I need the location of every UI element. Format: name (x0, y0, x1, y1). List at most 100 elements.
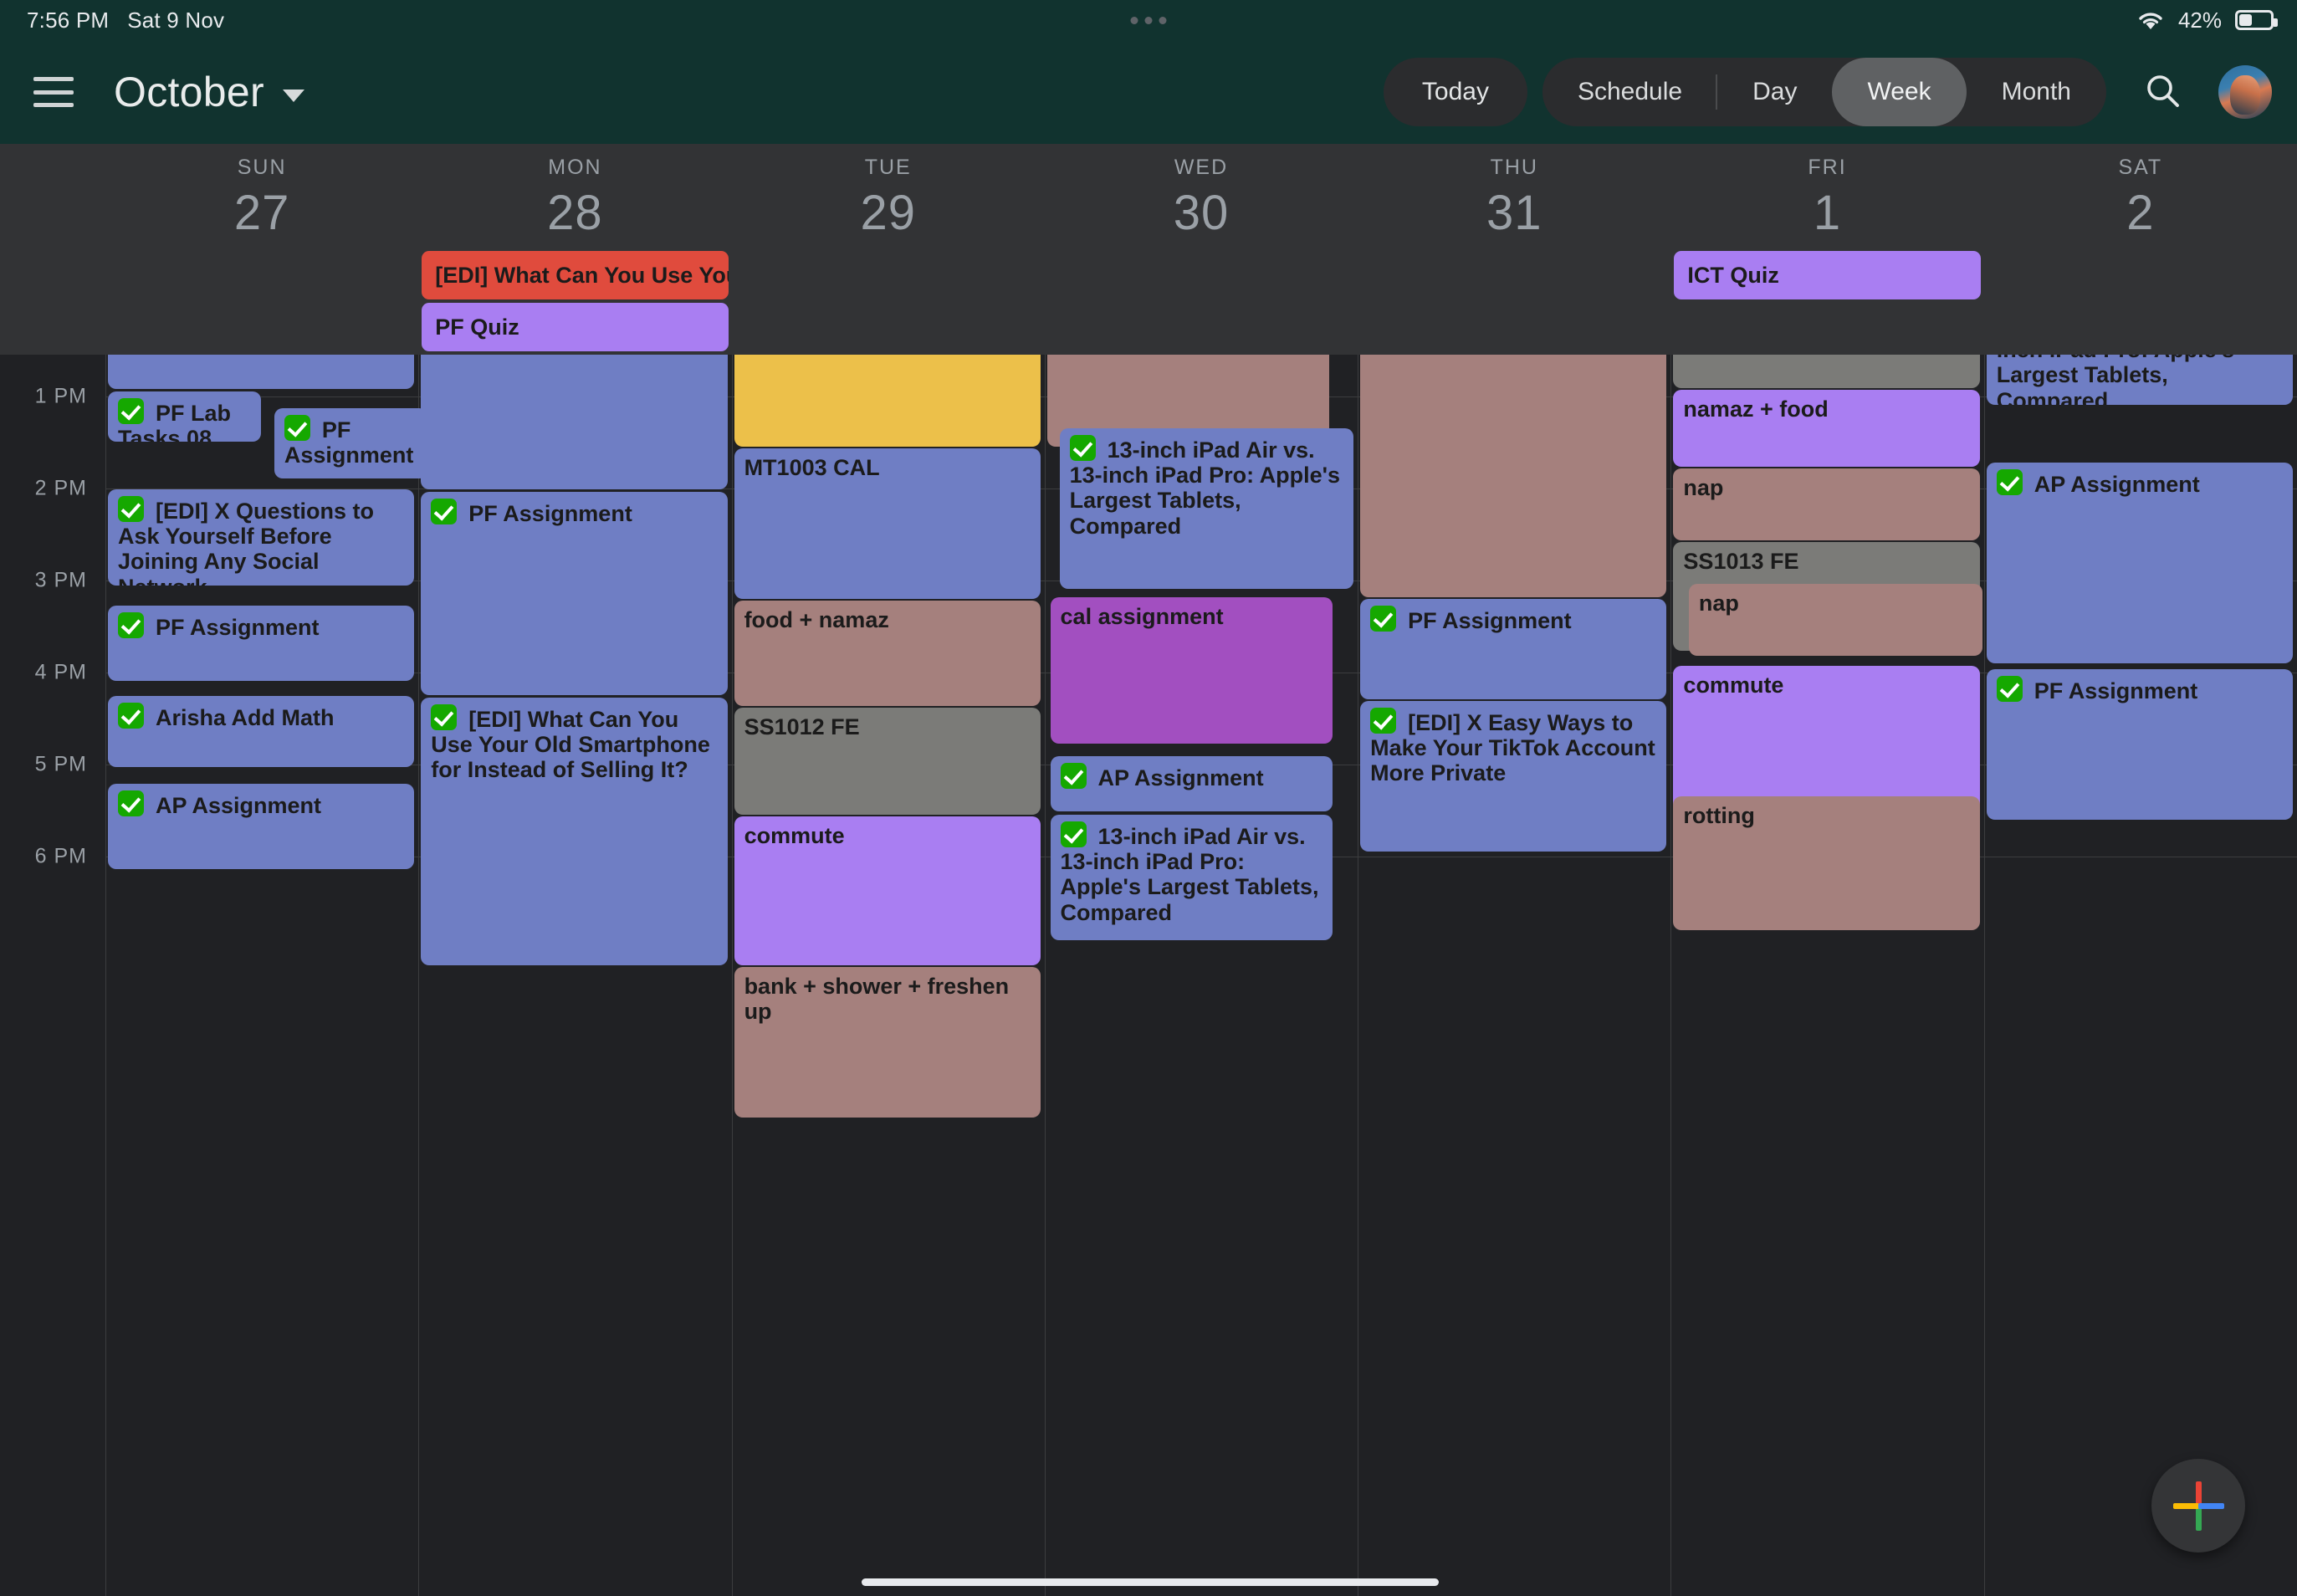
status-time: 7:56 PM (27, 7, 110, 33)
all-day-event-title: PF Quiz (435, 314, 519, 340)
page-title: October (114, 69, 264, 115)
avatar[interactable] (2218, 65, 2272, 119)
calendar-event[interactable]: food + namaz (734, 601, 1041, 706)
event-title: food + namaz (744, 607, 889, 632)
app-bar-actions: Today Schedule Day Week Month (1383, 58, 2297, 126)
horizontal-scrollbar[interactable] (862, 1578, 1439, 1586)
tab-month[interactable]: Month (1967, 58, 2106, 126)
day-number-label: 1 (1813, 186, 1842, 240)
day-number-label: 30 (1173, 186, 1230, 240)
calendar-event[interactable]: nap (1688, 584, 1983, 656)
calendar-event[interactable]: [EDI] X Easy Ways to Make Your TikTok Ac… (1360, 701, 1667, 852)
event-title: cal assignment (1060, 604, 1224, 629)
battery-percent-label: 42% (2177, 7, 2222, 33)
chevron-down-icon (282, 89, 304, 102)
day-header-sun[interactable]: SUN 27 (105, 144, 418, 248)
battery-icon (2235, 10, 2278, 30)
day-header-sat[interactable]: SAT 2 (1984, 144, 2297, 248)
task-complete-checkmark-icon (1996, 469, 2023, 495)
task-complete-checkmark-icon (431, 499, 458, 524)
day-number-label: 28 (547, 186, 603, 240)
calendar-event[interactable]: PF Assignment (421, 492, 728, 695)
calendar-event[interactable] (1673, 355, 1980, 388)
calendar-event[interactable]: 13-inch iPad Air vs. 13-inch iPad Pro: A… (1050, 815, 1333, 940)
task-complete-checkmark-icon (1370, 708, 1397, 734)
calendar-event[interactable]: PF Assignment (108, 606, 415, 681)
today-button[interactable]: Today (1383, 58, 1527, 126)
calendar-event[interactable]: PF Lab Tasks 08 (108, 355, 415, 389)
all-day-event-chip[interactable]: PF Quiz (422, 303, 729, 351)
calendar-event[interactable]: PF Assignment (1986, 669, 2293, 820)
task-complete-checkmark-icon (1370, 606, 1397, 632)
event-title: PF Assignment (431, 499, 717, 526)
calendar-event[interactable]: SS1012 FE (734, 708, 1041, 815)
calendar-event[interactable]: PF Assignment (274, 408, 427, 478)
day-gridline (731, 355, 733, 1596)
all-day-events-grid: [EDI] What Can You Use Your O PF Quiz ICT … (105, 248, 2297, 355)
calendar-event[interactable]: MT1003 CAL (734, 448, 1041, 599)
day-number-label: 31 (1486, 186, 1542, 240)
all-day-gutter-spacer (0, 248, 105, 355)
add-event-fab[interactable] (2151, 1459, 2245, 1553)
calendar-event[interactable]: PF Assignment (1360, 599, 1667, 699)
day-gridline (1044, 355, 1046, 1596)
time-label: 6 PM (34, 844, 87, 868)
calendar-event[interactable]: freshening up (1360, 355, 1667, 597)
day-number-label: 2 (2126, 186, 2155, 240)
calendar-event[interactable]: cal assignment (1050, 597, 1333, 744)
calendar-event[interactable]: rotting (1673, 796, 1980, 930)
calendar-event[interactable]: bank + shower + freshen up (734, 967, 1041, 1118)
time-gutter: 11 AM12 PM1 PM2 PM3 PM4 PM5 PM6 PM (0, 355, 105, 1596)
day-header-tue[interactable]: TUE 29 (732, 144, 1045, 248)
search-icon[interactable] (2143, 71, 2182, 114)
task-complete-checkmark-icon (431, 704, 458, 730)
task-complete-checkmark-icon (118, 612, 144, 638)
time-label: 4 PM (34, 660, 87, 684)
day-header-fri[interactable]: FRI 1 (1670, 144, 1983, 248)
tab-day[interactable]: Day (1717, 58, 1832, 126)
event-title: PF Lab Tasks 08 (118, 398, 251, 442)
calendar-event[interactable]: PF Lab Tasks 08 (108, 391, 262, 442)
event-title: PF Assignment (118, 612, 404, 640)
day-header-wed[interactable]: WED 30 (1045, 144, 1358, 248)
calendar-event[interactable]: commute (734, 816, 1041, 965)
calendar-event[interactable]: Arisha Add Math (108, 696, 415, 767)
week-time-grid[interactable]: 11 AM12 PM1 PM2 PM3 PM4 PM5 PM6 PM PF La… (0, 355, 2297, 1596)
calendar-event[interactable]: nap (1673, 468, 1980, 540)
calendar-event[interactable]: namaz + food (1673, 390, 1980, 467)
calendar-event[interactable]: [EDI] X Questions to Ask Yourself Before… (108, 489, 415, 586)
calendar-event[interactable]: NS1001 AP (734, 355, 1041, 447)
calendar-event[interactable]: [EDI] X Questions to Ask Yourself Before… (421, 355, 728, 489)
calendar-event[interactable]: 13-inch iPad Air vs. 13-inch iPad Pro: A… (1986, 355, 2293, 405)
day-number-label: 29 (860, 186, 916, 240)
tab-week[interactable]: Week (1832, 58, 1967, 126)
calendar-event[interactable]: AP Assignment (1050, 756, 1333, 811)
tab-schedule[interactable]: Schedule (1542, 58, 1718, 126)
day-header-thu[interactable]: THU 31 (1358, 144, 1670, 248)
calendar-event[interactable]: commute (1673, 666, 1980, 813)
day-gridline (418, 355, 420, 1596)
day-header-mon[interactable]: MON 28 (418, 144, 731, 248)
all-day-event-title: ICT Quiz (1687, 262, 1779, 288)
calendar-event[interactable]: AP Assignment (108, 784, 415, 869)
calendar-event[interactable]: AP Assignment (1986, 463, 2293, 663)
day-of-week-label: SUN (237, 156, 287, 179)
calendar-event[interactable]: [EDI] What Can You Use Your Old Smartpho… (421, 698, 728, 965)
app-bar: October Today Schedule Day Week Month (0, 40, 2297, 144)
event-title: [EDI] What Can You Use Your Old Smartpho… (431, 704, 717, 783)
event-title: 13-inch iPad Air vs. 13-inch iPad Pro: A… (1997, 355, 2283, 405)
event-title: 13-inch iPad Air vs. 13-inch iPad Pro: A… (1060, 821, 1322, 925)
task-complete-checkmark-icon (1996, 676, 2023, 702)
event-title: MT1003 CAL (744, 455, 880, 480)
month-dropdown[interactable]: October (114, 68, 304, 116)
all-day-event-chip[interactable]: [EDI] What Can You Use Your O (422, 251, 729, 299)
status-bar: 7:56 PM Sat 9 Nov 42% (0, 0, 2297, 40)
calendar-event[interactable]: 13-inch iPad Air vs. 13-inch iPad Pro: A… (1059, 428, 1354, 589)
event-title: bank + shower + freshen up (744, 974, 1010, 1025)
hamburger-menu-icon[interactable] (33, 77, 74, 107)
event-title: PF Assignment (284, 415, 417, 468)
wifi-icon (2136, 9, 2165, 31)
event-title: [EDI] X Questions to Ask Yourself Before… (118, 496, 404, 586)
all-day-event-chip[interactable]: ICT Quiz (1674, 251, 1981, 299)
event-title: nap (1698, 591, 1739, 616)
